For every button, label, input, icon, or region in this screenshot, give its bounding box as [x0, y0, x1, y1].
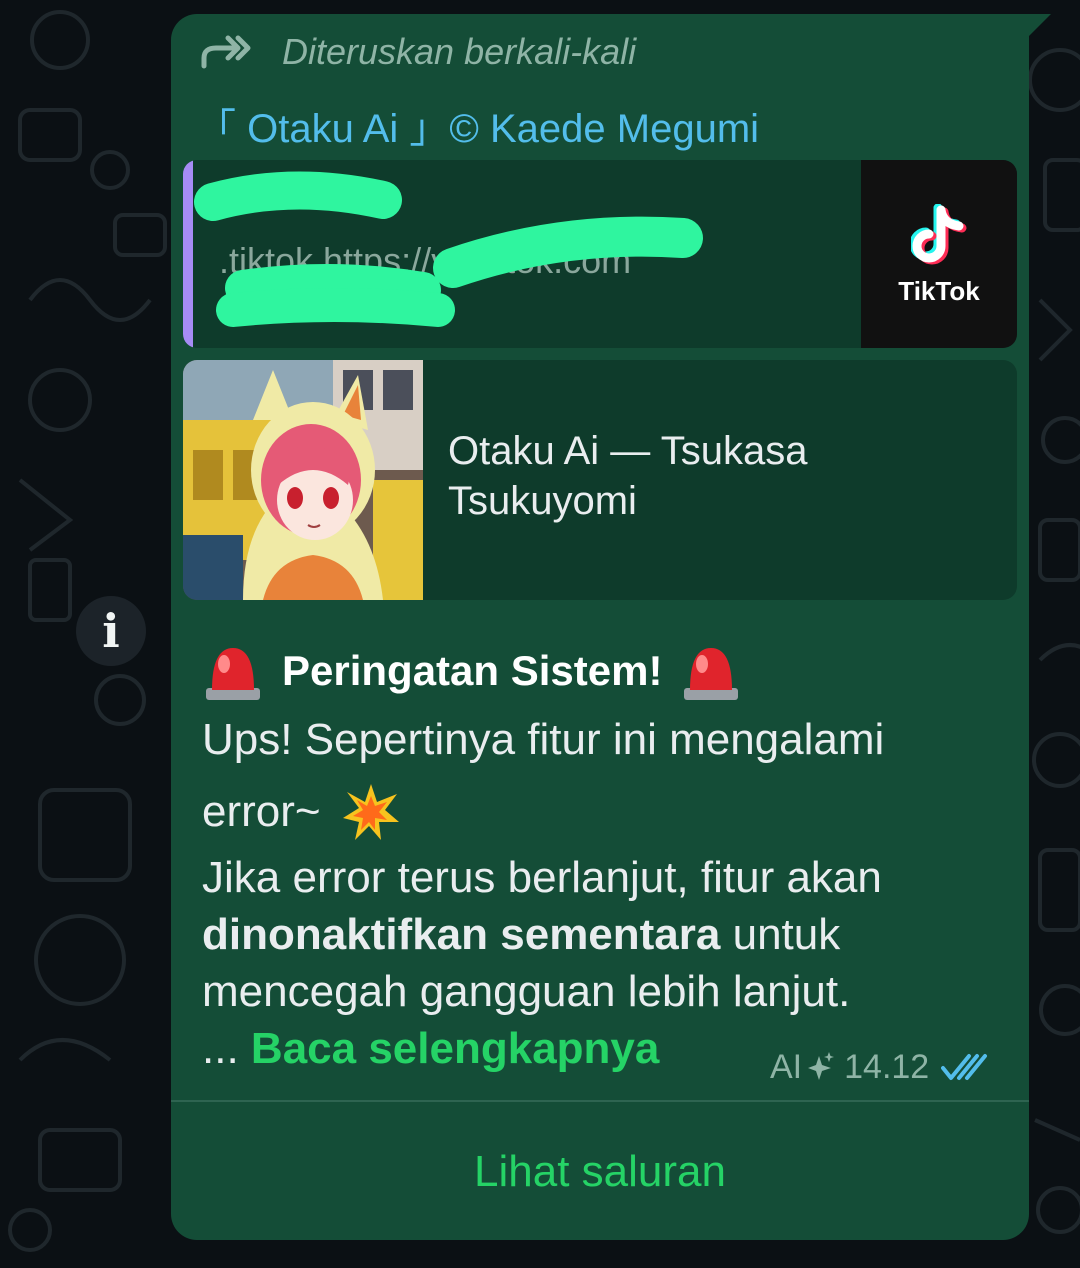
siren-icon: [206, 648, 260, 700]
body-line-2-text: error~: [202, 787, 321, 836]
link-preview-card[interactable]: Otaku Ai — Tsukasa Tsukuyomi: [183, 360, 1017, 600]
tiktok-wordmark: TikTok: [898, 276, 980, 306]
message-time: 14.12: [844, 1047, 930, 1086]
view-channel-button[interactable]: Lihat saluran: [171, 1104, 1029, 1240]
body-line-4: dinonaktifkan sementara untuk: [202, 907, 1012, 963]
tiktok-logo-icon: [911, 204, 967, 265]
quoted-message[interactable]: .tiktok https://vt.tiktok.com / TikTok: [183, 160, 1017, 348]
body-bold-text: dinonaktifkan sementara: [202, 910, 721, 959]
alert-heading: Peringatan Sistem!: [202, 638, 742, 704]
info-icon: i: [102, 604, 120, 658]
preview-title-line1: Otaku Ai — Tsukasa: [448, 429, 808, 473]
ai-sparkle-icon: [808, 1052, 835, 1080]
info-button[interactable]: i: [76, 596, 146, 666]
body-line-1: Ups! Sepertinya fitur ini mengalami: [202, 715, 885, 764]
preview-thumbnail: [183, 360, 423, 600]
siren-icon: [684, 648, 739, 700]
bubble-divider: [171, 1100, 1029, 1102]
forwarded-indicator: Diteruskan berkali-kali: [200, 28, 636, 76]
ai-label: AI: [770, 1047, 803, 1086]
sender-name[interactable]: 「 Otaku Ai 」© Kaede Megumi: [196, 96, 759, 154]
body-line-4-rest: untuk: [720, 910, 841, 959]
redaction-marks: [194, 171, 703, 327]
preview-title-line2: Tsukuyomi: [448, 479, 637, 523]
double-check-icon: [941, 1054, 988, 1080]
body-line-5: mencegah gangguan lebih lanjut.: [202, 967, 851, 1016]
read-more-link[interactable]: Baca selengkapnya: [251, 1024, 659, 1073]
alert-title-text: Peringatan Sistem!: [282, 647, 663, 694]
body-line-2: error~: [202, 782, 1012, 842]
ellipsis: ...: [202, 1024, 239, 1073]
collision-icon: [342, 784, 399, 840]
message-meta: AI 14.12: [770, 1042, 989, 1092]
forward-icon: [201, 35, 251, 69]
forwarded-label: Diteruskan berkali-kali: [282, 31, 637, 72]
preview-title: Otaku Ai — Tsukasa Tsukuyomi: [448, 426, 968, 526]
tiktok-thumbnail: TikTok: [861, 160, 1017, 348]
body-line-3: Jika error terus berlanjut, fitur akan: [202, 853, 882, 902]
bubble-tail: [1027, 14, 1051, 38]
